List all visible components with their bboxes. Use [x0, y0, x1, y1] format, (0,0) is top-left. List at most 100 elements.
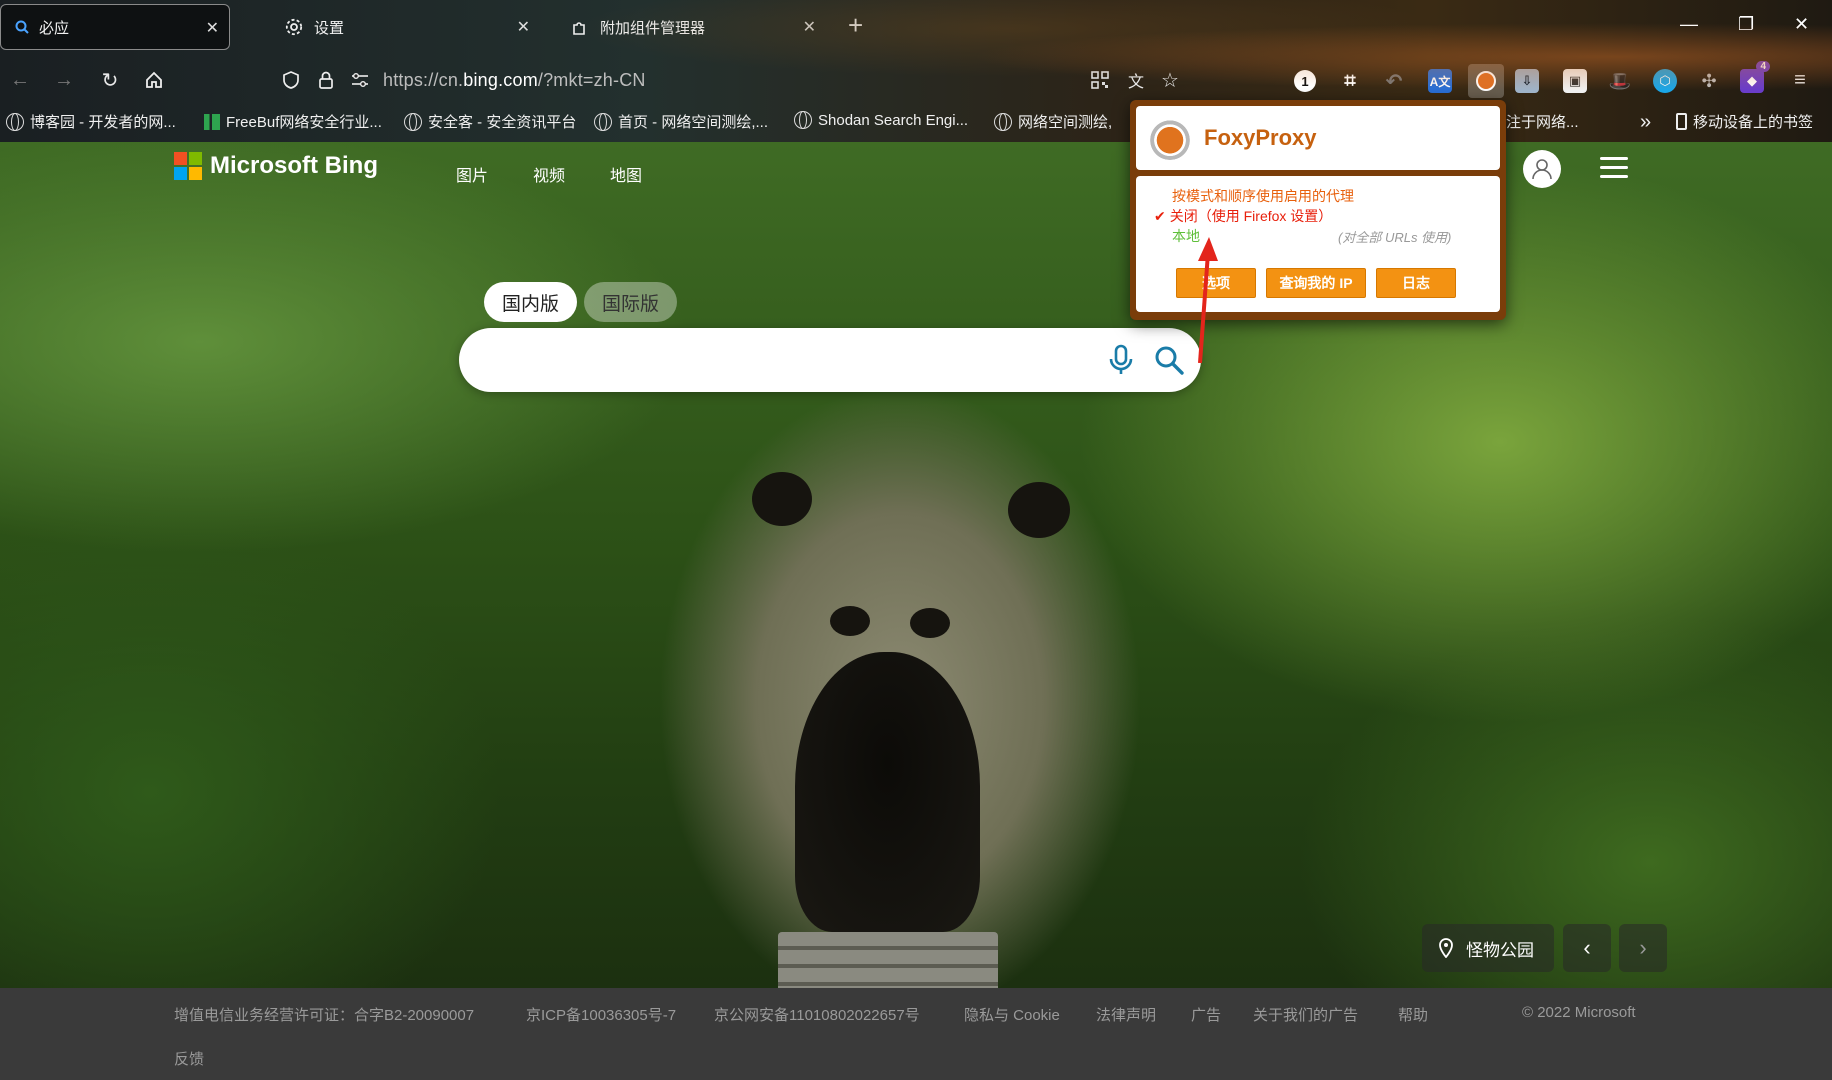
phone-icon	[1676, 113, 1687, 130]
restore-button[interactable]: ❐	[1738, 14, 1754, 35]
footer-link[interactable]: 增值电信业务经营许可证：合字B2-20090007	[174, 1004, 474, 1025]
tab-label: 设置	[314, 19, 345, 37]
ext-download-icon[interactable]: ⇩	[1515, 69, 1539, 93]
bing-footer: 增值电信业务经营许可证：合字B2-20090007 京ICP备10036305号…	[0, 988, 1832, 1080]
location-label: 怪物公园	[1466, 940, 1534, 960]
tab-bing[interactable]: 必应 ✕	[0, 4, 230, 50]
bookmark-item[interactable]: 网络空间测绘,	[994, 111, 1112, 132]
bing-menu-icon[interactable]	[1600, 157, 1628, 179]
mobile-bookmarks[interactable]: 移动设备上的书签	[1676, 111, 1813, 132]
bookmark-label: 网络空间测绘,	[1018, 114, 1113, 131]
nav-videos[interactable]: 视频	[533, 162, 565, 186]
url-suffix: /?mkt=zh-CN	[537, 70, 646, 90]
url-domain: bing.com	[463, 70, 538, 90]
close-icon[interactable]: ✕	[803, 17, 816, 37]
tab-settings[interactable]: 设置 ✕	[270, 4, 540, 50]
ext-translate-icon[interactable]: A文	[1428, 69, 1452, 93]
bookmark-item[interactable]: 首页 - 网络空间测绘,...	[594, 111, 768, 132]
ext-count-badge: 4	[1756, 61, 1770, 72]
nav-maps[interactable]: 地图	[610, 162, 642, 186]
ext-onepassword-icon[interactable]: 1	[1294, 70, 1316, 92]
bookmark-item[interactable]: FreeBuf网络安全行业...	[204, 111, 382, 132]
permissions-icon[interactable]	[346, 66, 374, 94]
bookmarks-overflow-icon[interactable]: »	[1640, 111, 1651, 134]
mode-patterns-option[interactable]: 按模式和顺序使用启用的代理	[1172, 186, 1354, 206]
bookmark-item[interactable]: 注于网络...	[1506, 111, 1579, 132]
bookmark-label: 注于网络...	[1506, 114, 1579, 131]
tab-label: 附加组件管理器	[600, 19, 706, 37]
search-input[interactable]	[489, 346, 1089, 374]
freebuf-icon	[204, 113, 220, 130]
lock-icon[interactable]	[312, 66, 340, 94]
foxyproxy-title: FoxyProxy	[1204, 125, 1317, 150]
logo-text: Microsoft Bing	[210, 152, 378, 179]
foxyproxy-logo-icon	[1148, 116, 1192, 160]
footer-link[interactable]: 广告	[1191, 1004, 1221, 1025]
image-location-button[interactable]: 怪物公园	[1422, 924, 1554, 972]
feedback-link[interactable]: 反馈	[174, 1048, 204, 1069]
back-button[interactable]: ←	[6, 66, 34, 94]
ext-cube-icon[interactable]: 4 ◆	[1740, 61, 1770, 93]
close-window-button[interactable]: ✕	[1794, 14, 1809, 35]
minimize-button[interactable]: —	[1680, 14, 1698, 35]
globe-icon	[794, 111, 812, 129]
scope-domestic-tab[interactable]: 国内版	[484, 282, 578, 322]
footer-link[interactable]: 法律声明	[1096, 1004, 1156, 1025]
globe-icon	[994, 112, 1012, 131]
user-icon	[1532, 159, 1552, 180]
statue-eye-left	[752, 472, 812, 526]
account-avatar[interactable]	[1523, 150, 1561, 188]
bookmark-label: Shodan Search Engi...	[818, 111, 969, 129]
globe-icon	[6, 112, 24, 131]
foxyproxy-header: FoxyProxy	[1136, 106, 1500, 170]
bookmark-star-icon[interactable]: ☆	[1156, 66, 1184, 94]
nav-images[interactable]: 图片	[456, 162, 488, 186]
statue-eye-right	[1008, 482, 1070, 538]
bookmark-item[interactable]: 安全客 - 安全资讯平台	[404, 111, 576, 132]
undo-icon[interactable]: ↶	[1382, 69, 1406, 93]
footer-link[interactable]: 关于我们的广告	[1253, 1004, 1358, 1025]
ext-foxyproxy-icon[interactable]	[1468, 64, 1504, 98]
forward-button[interactable]: →	[50, 66, 78, 94]
whats-my-ip-button[interactable]: 查询我的 IP	[1266, 268, 1366, 298]
app-menu-icon[interactable]: ≡	[1786, 66, 1814, 94]
bookmark-item[interactable]: Shodan Search Engi...	[794, 111, 968, 129]
bookmark-item[interactable]: 博客园 - 开发者的网...	[6, 111, 176, 132]
footer-link[interactable]: 隐私与 Cookie	[964, 1004, 1060, 1025]
qr-code-icon[interactable]	[1086, 66, 1114, 94]
ext-hexagon-icon[interactable]: ⬡	[1653, 69, 1677, 93]
crop-icon[interactable]: ⌗	[1338, 69, 1362, 93]
mode-off-option[interactable]: ✔ 关闭（使用 Firefox 设置）	[1154, 206, 1332, 226]
url-bar[interactable]: https://cn.bing.com/?mkt=zh-CN	[383, 70, 646, 91]
prev-image-button[interactable]: ‹	[1563, 924, 1611, 972]
microphone-icon[interactable]	[1107, 344, 1135, 376]
home-icon	[146, 71, 162, 88]
bing-logo[interactable]: Microsoft Bing	[174, 152, 378, 180]
ext-hat-icon[interactable]: 🎩	[1608, 69, 1632, 93]
bing-homepage: Microsoft Bing 图片 视频 地图 国内版 国际版 怪物公园 ‹ ›	[0, 142, 1832, 988]
translate-icon[interactable]: 文	[1122, 66, 1150, 94]
gear-icon	[285, 18, 303, 36]
globe-icon	[594, 112, 612, 131]
globe-icon	[404, 112, 422, 131]
tab-addons[interactable]: 附加组件管理器 ✕	[556, 4, 826, 50]
footer-link[interactable]: 帮助	[1398, 1004, 1428, 1025]
ext-puzzle-icon[interactable]: ✣	[1697, 69, 1721, 93]
home-button[interactable]	[140, 66, 168, 94]
new-tab-button[interactable]: +	[848, 12, 863, 38]
next-image-button[interactable]: ›	[1619, 924, 1667, 972]
log-button[interactable]: 日志	[1376, 268, 1456, 298]
ext-badge-number: 1	[1301, 73, 1309, 89]
footer-link[interactable]: 京ICP备10036305号-7	[526, 1004, 676, 1025]
ext-screenshot-icon[interactable]: ▣	[1563, 69, 1587, 93]
close-icon[interactable]: ✕	[206, 18, 219, 38]
scope-international-tab[interactable]: 国际版	[584, 282, 678, 322]
search-icon	[15, 20, 29, 34]
footer-link[interactable]: 京公网安备11010802022657号	[714, 1004, 920, 1025]
tab-bar: 必应 ✕ 设置 ✕ 附加组件管理器 ✕ + — ❐ ✕	[0, 0, 1832, 52]
bookmark-label: 首页 - 网络空间测绘,...	[618, 114, 769, 131]
tracking-shield-icon[interactable]	[277, 66, 305, 94]
close-icon[interactable]: ✕	[517, 17, 530, 37]
reload-button[interactable]: ↻	[96, 66, 124, 94]
background-photo	[530, 332, 1250, 988]
